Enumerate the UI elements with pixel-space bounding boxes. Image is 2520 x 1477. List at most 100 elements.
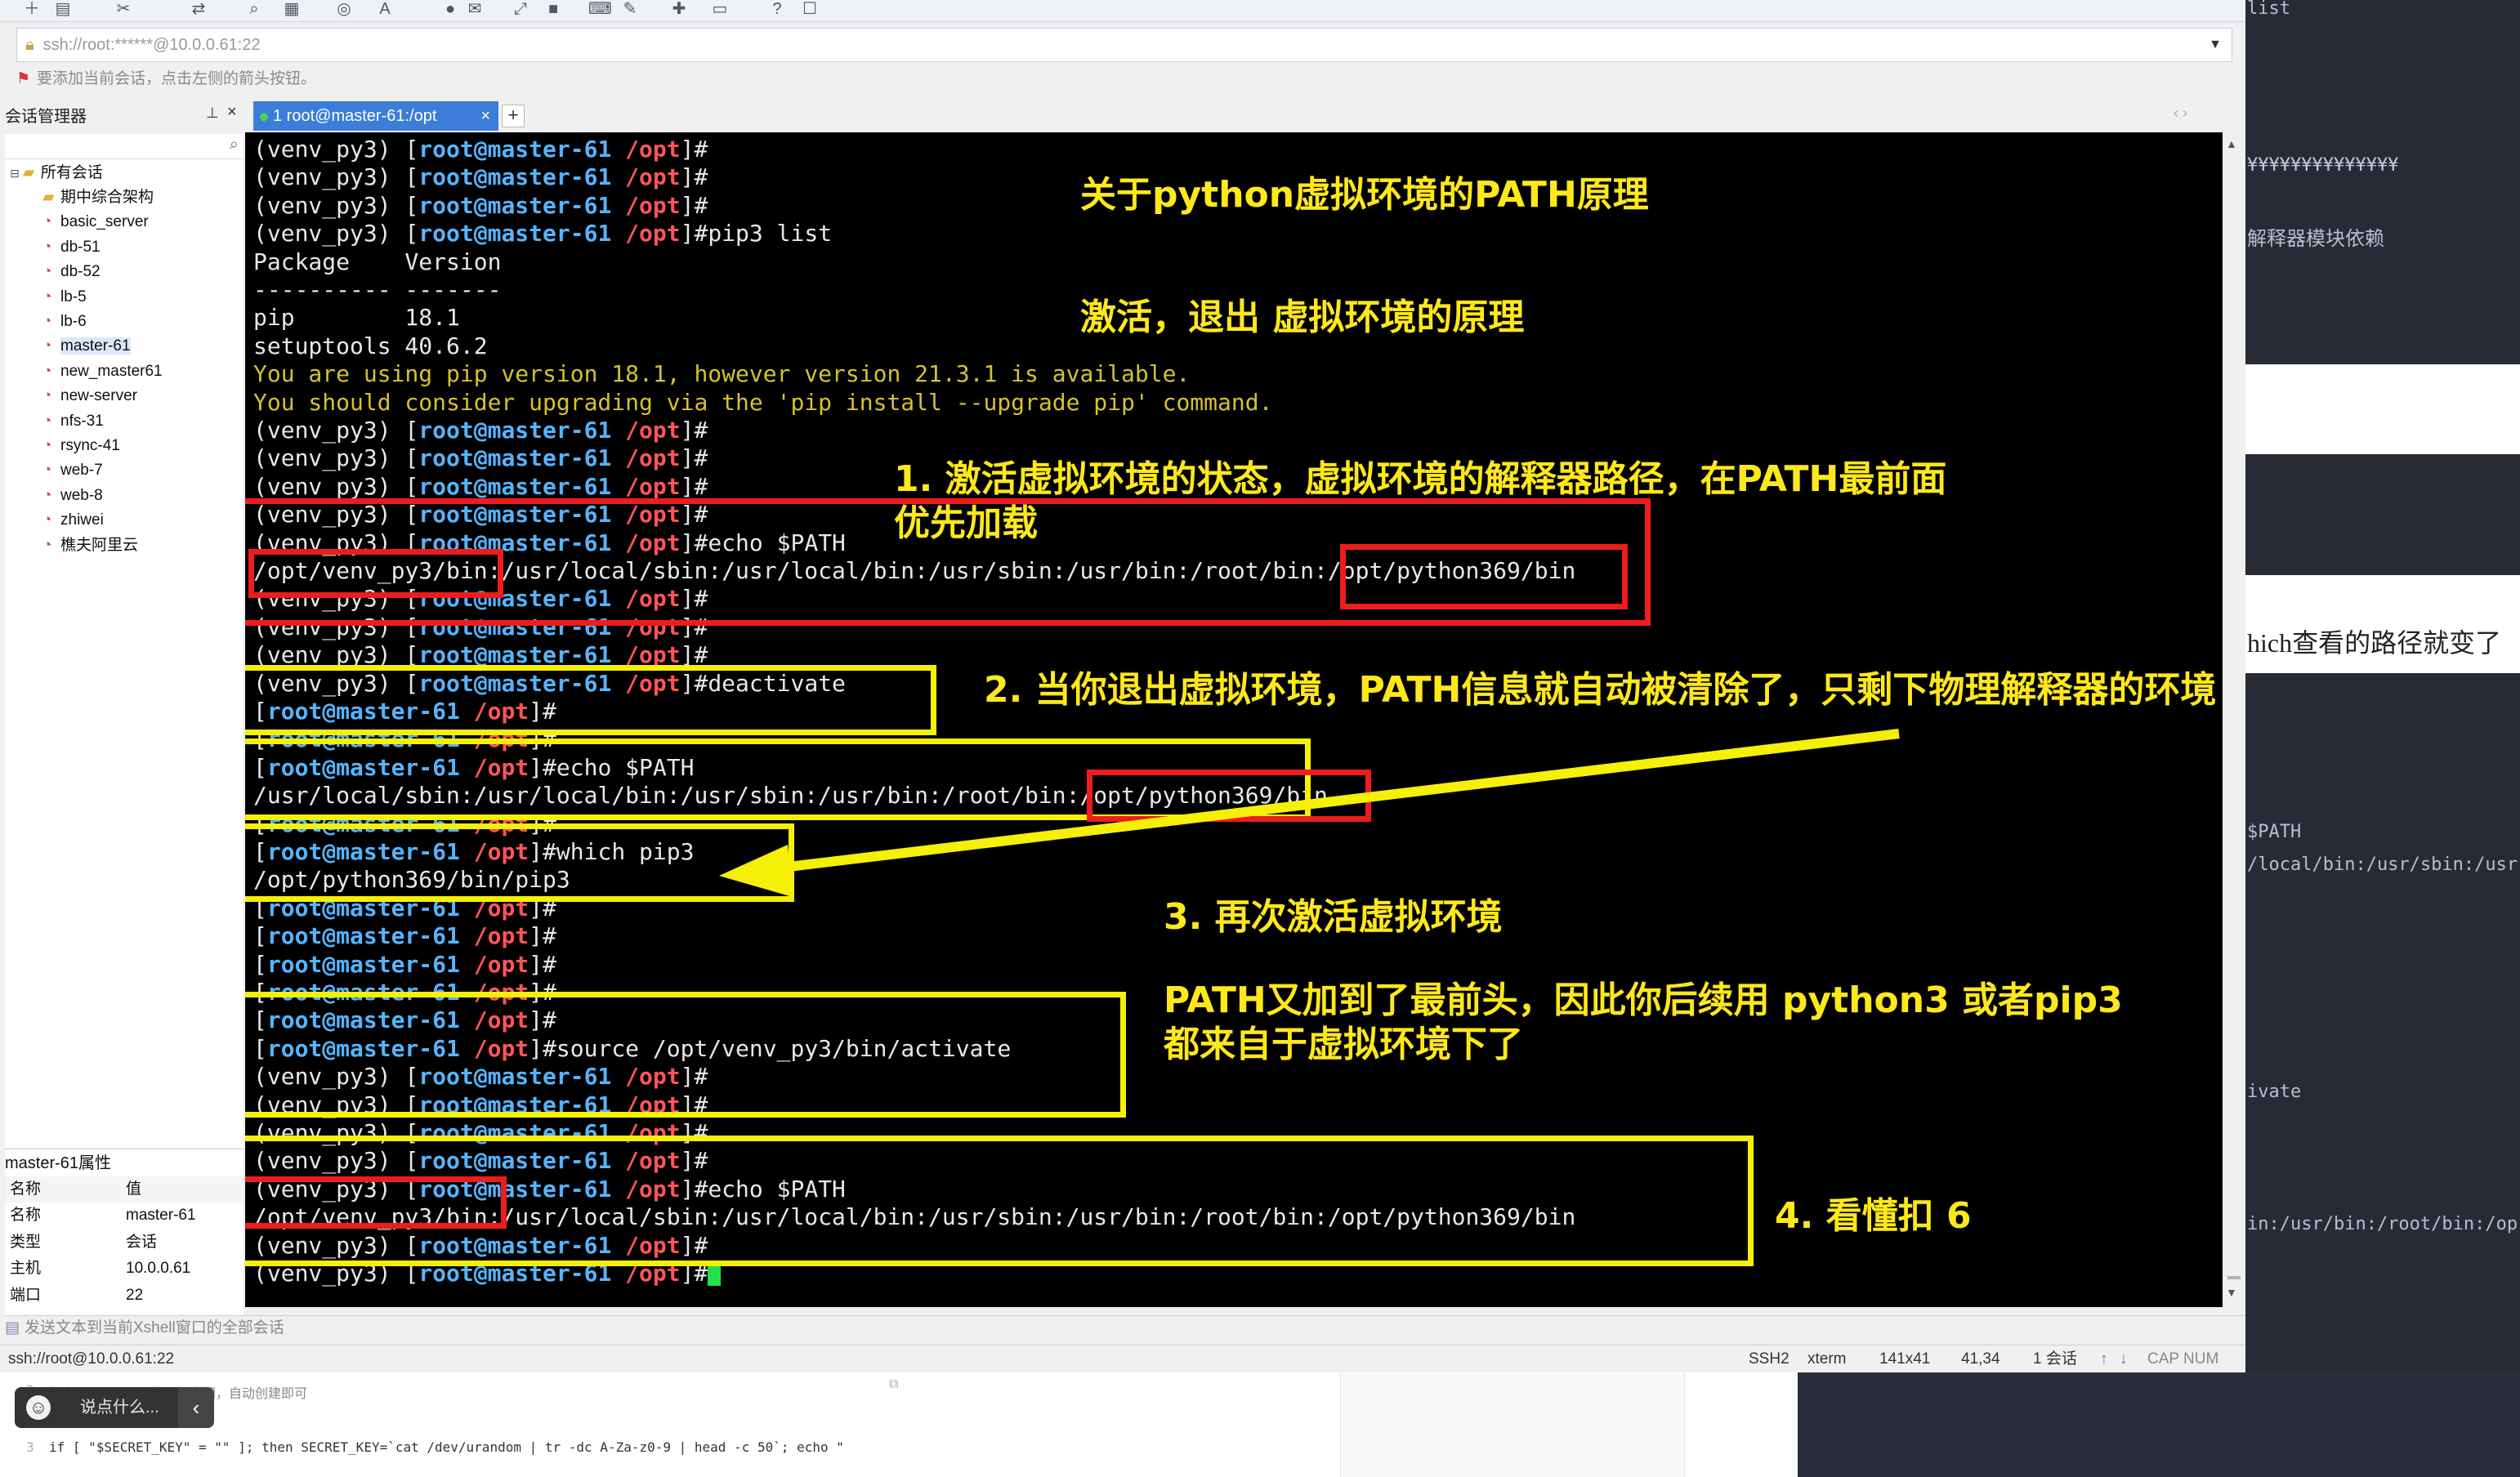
- line-number: 3: [26, 1439, 34, 1455]
- session-item-basic-server[interactable]: ◔ basic_server: [42, 210, 149, 234]
- rp-path-text: $PATH: [2247, 822, 2302, 842]
- copy-icon[interactable]: ⧉: [889, 1376, 898, 1392]
- tab-close-icon[interactable]: ×: [480, 101, 490, 131]
- status-size: 141x41: [1879, 1350, 1931, 1368]
- session-item-new-server[interactable]: ◔ new-server: [42, 384, 137, 408]
- session-item-db-51[interactable]: ◔ db-51: [42, 235, 101, 260]
- session-icon: ◔: [42, 536, 52, 554]
- props-header-key: 名称: [10, 1180, 42, 1198]
- session-item-label: nfs-31: [60, 412, 104, 430]
- property-key: 端口: [10, 1286, 42, 1304]
- new-session-icon[interactable]: ＋: [23, 0, 41, 18]
- rp-dependency-text: 解释器模块依赖: [2247, 228, 2384, 250]
- property-row: 端口 22: [5, 1283, 244, 1309]
- session-item-lb-6[interactable]: ◔ lb-6: [42, 310, 87, 334]
- session-icon: ◔: [42, 437, 52, 454]
- collapse-icon[interactable]: ‹: [178, 1387, 214, 1428]
- send-icon: ▤: [5, 1319, 20, 1336]
- comment-placeholder[interactable]: 说点什么...: [80, 1387, 159, 1428]
- layout-icon[interactable]: ▦: [283, 0, 301, 18]
- collapse-icon[interactable]: ⊟: [10, 167, 20, 180]
- xshell-window: ＋ ▤ ✂ ⇄ ⌕ ▦ ◎ A ● ✉ ⤢ ■ ⌨ ✎ ✚ ▭ ? ☐ 🔒︎ s…: [0, 0, 2245, 1372]
- chat-icon[interactable]: ☐: [801, 0, 819, 18]
- properties-title: master-61属性: [5, 1149, 244, 1177]
- rp-ivate-text: ivate: [2247, 1082, 2302, 1102]
- keyboard-icon[interactable]: ⌨: [588, 0, 612, 18]
- rp-yen-text: ¥¥¥¥¥¥¥¥¥¥¥¥¥¥: [2247, 155, 2399, 176]
- plugin-icon[interactable]: ✚: [670, 0, 688, 18]
- session-item-label: zhiwei: [60, 511, 104, 529]
- window-icon[interactable]: ▭: [711, 0, 729, 18]
- session-icon: ◔: [42, 313, 52, 330]
- lock-icon[interactable]: ■: [544, 0, 562, 18]
- search-icon: ⌕: [229, 136, 239, 154]
- rp-bin-text: in:/usr/bin:/root/bin:/op: [2247, 1214, 2518, 1234]
- session-item-nfs-31[interactable]: ◔ nfs-31: [42, 409, 104, 434]
- property-value: 10.0.0.61: [126, 1260, 191, 1277]
- status-connection: ssh://root@10.0.0.61:22: [8, 1350, 175, 1368]
- properties-panel: 名称 值 名称 master-61 类型 会话 主机 10.0.0.61 端口 22: [5, 1176, 244, 1315]
- scroll-up-icon[interactable]: ▲: [2226, 137, 2237, 150]
- search-icon[interactable]: ⌕: [245, 0, 263, 18]
- session-item-label: 樵夫阿里云: [60, 536, 139, 554]
- compose-icon[interactable]: ✎: [621, 0, 639, 18]
- session-icon: ◔: [42, 462, 52, 480]
- scroll-down-icon[interactable]: ▼: [2226, 1286, 2237, 1299]
- code-line: if [ "$SECRET_KEY" = "" ]; then SECRET_K…: [49, 1439, 844, 1455]
- session-hint: ⚑ 要添加当前会话，点击左侧的箭头按钮。: [16, 67, 316, 91]
- globe-icon[interactable]: ◎: [335, 0, 353, 18]
- dropdown-icon[interactable]: ▼: [2209, 29, 2222, 61]
- send-text-bar[interactable]: ▤ 发送文本到当前Xshell窗口的全部会话: [5, 1315, 2245, 1341]
- address-text: ssh://root:******@10.0.0.61:22: [42, 36, 261, 54]
- transfer-icon[interactable]: ⇄: [190, 0, 208, 18]
- tab-nav-arrows[interactable]: ‹ ›: [2174, 105, 2187, 122]
- flag-icon: ⚑: [16, 70, 31, 87]
- disconnect-icon[interactable]: ✂: [114, 0, 132, 18]
- property-value: master-61: [126, 1207, 196, 1224]
- session-item-master-61[interactable]: ◔ master-61: [42, 334, 131, 359]
- open-folder-icon[interactable]: ▤: [54, 0, 72, 18]
- send-text-label: 发送文本到当前Xshell窗口的全部会话: [24, 1319, 284, 1336]
- rp-which-text: hich查看的路径就变了: [2247, 628, 2502, 658]
- smiley-icon[interactable]: ☺: [26, 1395, 51, 1420]
- session-item--[interactable]: ▰ 期中综合架构: [42, 185, 154, 210]
- session-search[interactable]: ⌕: [5, 134, 244, 158]
- session-item-db-52[interactable]: ◔ db-52: [42, 260, 101, 284]
- property-value: 22: [126, 1286, 144, 1304]
- upload-icon: ↑: [2100, 1350, 2108, 1368]
- session-item-label: lb-6: [60, 313, 87, 330]
- terminal-scrollbar[interactable]: ▲ ▼: [2223, 132, 2245, 1307]
- xftp-icon[interactable]: ●: [441, 0, 459, 18]
- property-key: 名称: [10, 1207, 42, 1224]
- close-icon[interactable]: ×: [227, 103, 237, 122]
- tree-root-all-sessions[interactable]: ⊟ ▰ 所有会话: [10, 161, 103, 185]
- help-icon[interactable]: ?: [768, 0, 786, 18]
- tab-session[interactable]: 1 root@master-61:/opt ×: [253, 101, 498, 131]
- status-caps: CAP NUM: [2147, 1350, 2219, 1368]
- script-icon[interactable]: ✉: [466, 0, 484, 18]
- session-item-lb-5[interactable]: ◔ lb-5: [42, 285, 87, 310]
- terminal[interactable]: (venv_py3) [root@master-61 /opt]# (venv_p…: [245, 132, 2223, 1307]
- session-tree: ⊟ ▰ 所有会话 ▰ 期中综合架构 ◔ basic_server ◔ db-51 ◔ db-52 ◔ l…: [5, 158, 244, 1148]
- session-item--[interactable]: ◔ 樵夫阿里云: [42, 533, 138, 558]
- session-item-label: basic_server: [60, 213, 149, 231]
- lock-icon: 🔒︎: [25, 36, 34, 54]
- session-icon: ◔: [42, 288, 52, 306]
- session-item-zhiwei[interactable]: ◔ zhiwei: [42, 508, 104, 533]
- comment-widget[interactable]: ☺ 说点什么... ‹: [15, 1387, 214, 1428]
- session-item-rsync-41[interactable]: ◔ rsync-41: [42, 434, 120, 458]
- fullscreen-icon[interactable]: ⤢: [512, 0, 529, 18]
- session-item-web-7[interactable]: ◔ web-7: [42, 458, 103, 483]
- session-icon: ◔: [42, 238, 52, 256]
- page-gray-panel: [1340, 1372, 1685, 1477]
- address-bar[interactable]: 🔒︎ ssh://root:******@10.0.0.61:22 ▼: [16, 28, 2232, 62]
- add-tab-button[interactable]: +: [502, 105, 525, 127]
- session-icon: ◔: [42, 337, 52, 355]
- session-item-web-8[interactable]: ◔ web-8: [42, 484, 103, 508]
- session-item-new-master61[interactable]: ◔ new_master61: [42, 359, 163, 384]
- session-icon: ◔: [42, 511, 52, 529]
- pin-icon[interactable]: ⊥: [206, 105, 219, 122]
- font-icon[interactable]: A: [376, 0, 394, 18]
- hint-text: 要添加当前会话，点击左侧的箭头按钮。: [37, 70, 317, 87]
- page-dark-panel: [1798, 1372, 2520, 1477]
